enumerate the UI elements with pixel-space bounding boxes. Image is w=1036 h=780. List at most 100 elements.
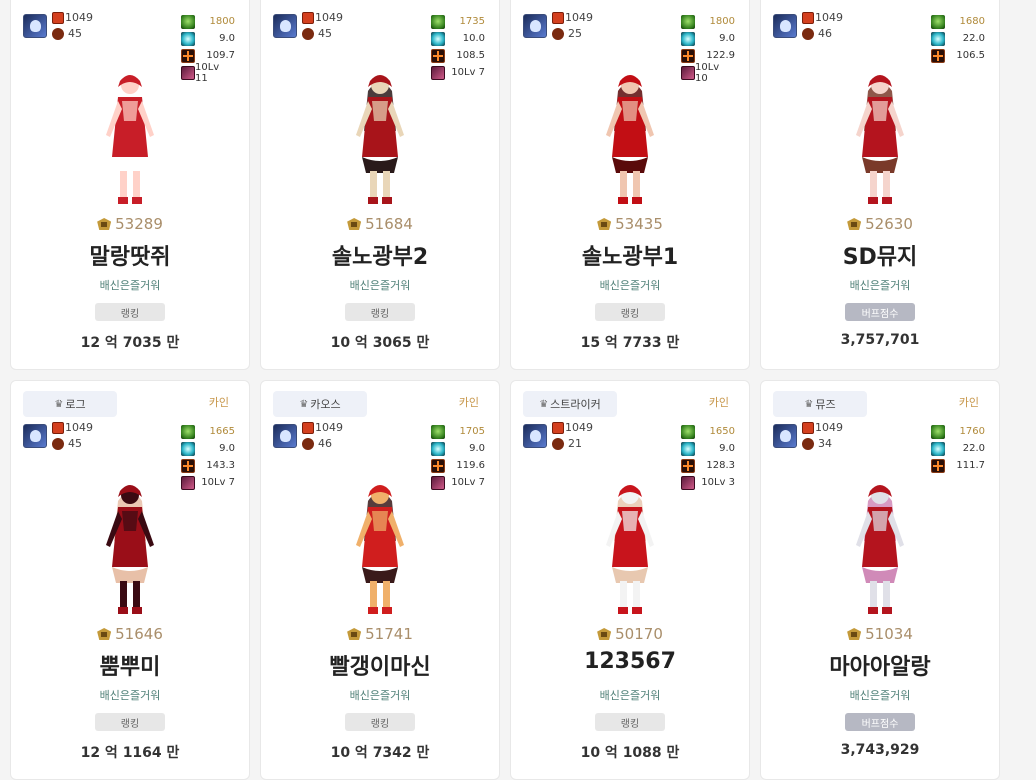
character-name[interactable]: 빨갱이마신 xyxy=(261,649,499,681)
stat-row: 9.0 xyxy=(181,30,235,47)
class-avatar-icon xyxy=(273,424,297,448)
stat-value: 9.0 xyxy=(719,33,735,44)
guild-name[interactable]: 배신은즐거워 xyxy=(261,277,499,293)
stat-row: 10Lv 7 xyxy=(431,474,485,491)
cross-icon xyxy=(181,458,195,473)
server-label: 카인 xyxy=(208,396,229,409)
character-card[interactable]: 1049 25 1800 9.0 122.9 10Lv 10 53435 솔노광부1 배신은즐… xyxy=(510,0,750,370)
server-label: 카인 xyxy=(708,396,729,409)
job-tag: ♛ 뮤즈 xyxy=(773,391,867,417)
stat-value: 10Lv 10 xyxy=(694,61,720,84)
character-card[interactable]: ♛ 카오스 카인 1049 46 1705 9.0 119.6 10Lv 7 51741 빨갱이마… xyxy=(260,380,500,780)
job-tag: ♛ 카오스 xyxy=(273,391,367,417)
crystal-icon xyxy=(681,31,695,46)
guild-name[interactable]: 배신은즐거워 xyxy=(11,687,249,703)
stat-value: 108.5 xyxy=(456,50,485,61)
score-value: 3,757,701 xyxy=(840,332,920,348)
stat-value: 9.0 xyxy=(219,443,235,454)
buff-level-row: 46 xyxy=(802,27,832,40)
character-card[interactable]: ♛ 스트라이커 카인 1049 21 1650 9.0 128.3 10Lv 3 50170 12… xyxy=(510,380,750,780)
stat-value: 10Lv 7 xyxy=(201,477,235,488)
job-label: 카오스 xyxy=(310,398,341,411)
level-icon xyxy=(552,11,564,24)
level-row: 1049 xyxy=(802,11,843,24)
fame-score: 53435 xyxy=(511,215,749,233)
level-value: 1049 xyxy=(65,11,93,24)
character-card[interactable]: ♛ 뮤즈 카인 1049 34 1760 22.0 111.7 51034 마아아알랑 배신은즐거… xyxy=(760,380,1000,780)
job-tag: ♛ 로그 xyxy=(23,391,117,417)
stat-list: 1650 9.0 128.3 10Lv 3 xyxy=(681,423,735,491)
character-name[interactable]: SD뮤지 xyxy=(761,239,999,271)
creature-icon xyxy=(552,437,564,450)
character-sprite xyxy=(606,485,654,614)
character-card[interactable]: ♛ 로그 카인 1049 45 1665 9.0 143.3 10Lv 7 51646 뿜뿌미 배신… xyxy=(10,380,250,780)
guild-name[interactable]: 배신은즐거워 xyxy=(511,687,749,703)
buff-level-row: 21 xyxy=(552,437,582,450)
level-icon xyxy=(552,421,564,434)
character-sprite xyxy=(106,75,154,204)
character-card[interactable]: 1049 45 1800 9.0 109.7 10Lv 11 53289 말랑땃쥐 배신은즐거… xyxy=(10,0,250,370)
stat-row: 10.0 xyxy=(431,30,485,47)
character-name[interactable]: 솔노광부1 xyxy=(511,239,749,271)
elemental-icon xyxy=(681,424,695,439)
class-avatar-icon xyxy=(773,14,797,38)
creature-icon xyxy=(802,27,814,40)
buff-level-value: 34 xyxy=(818,437,832,450)
fame-value: 51646 xyxy=(115,625,163,643)
character-card[interactable]: 1049 46 1680 22.0 106.5 52630 SD뮤지 배신은즐거워 버프점수 3… xyxy=(760,0,1000,370)
score-value: 12 억 7035 만 xyxy=(80,335,180,351)
stat-value: 10Lv 3 xyxy=(701,477,735,488)
stat-value: 109.7 xyxy=(206,50,235,61)
fame-score: 52630 xyxy=(761,215,999,233)
level-row: 1049 xyxy=(302,11,343,24)
guild-name[interactable]: 배신은즐거워 xyxy=(761,687,999,703)
stat-value: 10Lv 7 xyxy=(451,477,485,488)
elemental-icon xyxy=(931,14,945,29)
stat-row: 9.0 xyxy=(681,30,735,47)
character-name[interactable]: 말랑땃쥐 xyxy=(11,239,249,271)
stat-list: 1800 9.0 109.7 10Lv 11 xyxy=(181,13,235,84)
fame-value: 51684 xyxy=(365,215,413,233)
stat-value: 111.7 xyxy=(956,460,985,471)
character-name[interactable]: 123567 xyxy=(511,649,749,674)
job-class-icon: ♛ xyxy=(539,398,549,410)
stat-row: 1650 xyxy=(681,423,735,440)
fame-icon xyxy=(97,218,112,230)
score-value: 10 억 7342 만 xyxy=(330,745,430,761)
buff-level-row: 46 xyxy=(302,437,332,450)
score-value: 15 억 7733 만 xyxy=(580,335,680,351)
guild-name[interactable]: 배신은즐거워 xyxy=(261,687,499,703)
stat-row: 106.5 xyxy=(931,47,985,64)
stat-value: 119.6 xyxy=(456,460,485,471)
level-icon xyxy=(302,421,314,434)
creature-icon xyxy=(802,437,814,450)
character-name[interactable]: 마아아알랑 xyxy=(761,649,999,681)
character-name[interactable]: 뿜뿌미 xyxy=(11,649,249,681)
cross-icon xyxy=(931,48,945,63)
stat-list: 1665 9.0 143.3 10Lv 7 xyxy=(181,423,235,491)
stat-row: 1665 xyxy=(181,423,235,440)
stat-row: 1680 xyxy=(931,13,985,30)
guild-name[interactable]: 배신은즐거워 xyxy=(761,277,999,293)
fame-icon xyxy=(847,628,862,640)
guild-name[interactable]: 배신은즐거워 xyxy=(511,277,749,293)
level-row: 1049 xyxy=(802,421,843,434)
stat-row: 22.0 xyxy=(931,440,985,457)
crystal-icon xyxy=(181,441,195,456)
fame-icon xyxy=(347,218,362,230)
stat-row: 108.5 xyxy=(431,47,485,64)
level-value: 1049 xyxy=(565,11,593,24)
guild-name[interactable]: 배신은즐거워 xyxy=(11,277,249,293)
cross-icon xyxy=(681,48,695,63)
score-type-badge: 랭킹 xyxy=(595,303,665,321)
fame-value: 51034 xyxy=(865,625,913,643)
character-card[interactable]: 1049 45 1735 10.0 108.5 10Lv 7 51684 솔노광부2 배신은즐… xyxy=(260,0,500,370)
stat-value: 1665 xyxy=(209,426,235,437)
stat-row: 22.0 xyxy=(931,30,985,47)
character-name[interactable]: 솔노광부2 xyxy=(261,239,499,271)
stat-value: 9.0 xyxy=(719,443,735,454)
stat-value: 22.0 xyxy=(962,443,985,454)
job-class-icon: ♛ xyxy=(804,398,814,410)
character-sprite xyxy=(356,485,404,614)
job-label: 로그 xyxy=(65,398,86,411)
